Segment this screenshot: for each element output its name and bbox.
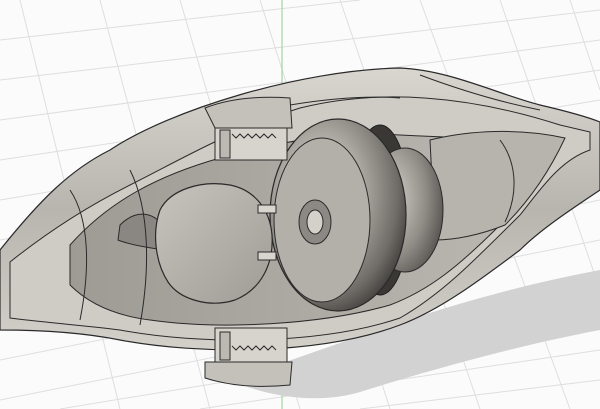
3d-viewport[interactable]: [0, 0, 600, 409]
front-lid: [155, 183, 273, 304]
spring-top: [214, 127, 288, 161]
lid-tab-top: [257, 204, 277, 214]
lid-tab-bottom: [257, 251, 277, 261]
sphere-hub-hole: [306, 209, 324, 235]
spring-bottom: [214, 327, 288, 363]
model-canvas: [0, 0, 600, 409]
